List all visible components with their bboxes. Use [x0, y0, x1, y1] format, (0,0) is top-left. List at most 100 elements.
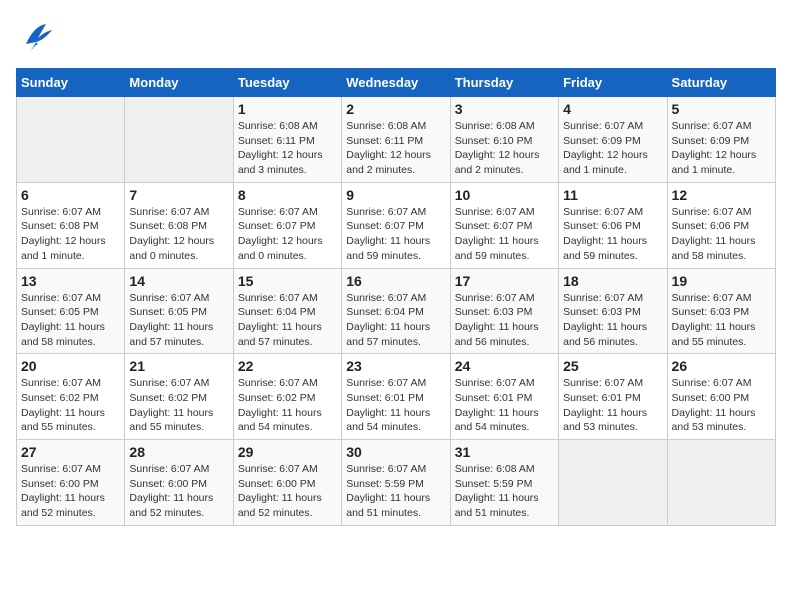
day-detail: Sunrise: 6:07 AM Sunset: 6:02 PM Dayligh… [129, 376, 228, 435]
day-detail: Sunrise: 6:07 AM Sunset: 6:08 PM Dayligh… [21, 205, 120, 264]
day-of-week-header: Monday [125, 69, 233, 97]
calendar-cell: 17 Sunrise: 6:07 AM Sunset: 6:03 PM Dayli… [450, 268, 558, 354]
calendar-table: SundayMondayTuesdayWednesdayThursdayFrid… [16, 68, 776, 526]
day-number: 5 [672, 101, 771, 117]
day-detail: Sunrise: 6:07 AM Sunset: 6:06 PM Dayligh… [563, 205, 662, 264]
day-number: 8 [238, 187, 337, 203]
day-number: 4 [563, 101, 662, 117]
day-number: 26 [672, 358, 771, 374]
calendar-week-row: 1Sunrise: 6:08 AM Sunset: 6:11 PM Daylig… [17, 97, 776, 183]
day-detail: Sunrise: 6:07 AM Sunset: 6:03 PM Dayligh… [672, 291, 771, 350]
calendar-cell [125, 97, 233, 183]
day-detail: Sunrise: 6:07 AM Sunset: 6:01 PM Dayligh… [346, 376, 445, 435]
calendar-cell: 10 Sunrise: 6:07 AM Sunset: 6:07 PM Dayli… [450, 182, 558, 268]
day-number: 30 [346, 444, 445, 460]
calendar-cell: 9Sunrise: 6:07 AM Sunset: 6:07 PM Daylig… [342, 182, 450, 268]
calendar-cell: 20 Sunrise: 6:07 AM Sunset: 6:02 PM Dayli… [17, 354, 125, 440]
day-number: 28 [129, 444, 228, 460]
day-number: 12 [672, 187, 771, 203]
day-number: 16 [346, 273, 445, 289]
day-detail: Sunrise: 6:07 AM Sunset: 6:00 PM Dayligh… [238, 462, 337, 521]
day-number: 23 [346, 358, 445, 374]
calendar-cell: 2Sunrise: 6:08 AM Sunset: 6:11 PM Daylig… [342, 97, 450, 183]
calendar-cell: 16 Sunrise: 6:07 AM Sunset: 6:04 PM Dayli… [342, 268, 450, 354]
day-number: 14 [129, 273, 228, 289]
day-number: 15 [238, 273, 337, 289]
calendar-cell: 3 Sunrise: 6:08 AM Sunset: 6:10 PM Daylig… [450, 97, 558, 183]
calendar-header-row: SundayMondayTuesdayWednesdayThursdayFrid… [17, 69, 776, 97]
day-detail: Sunrise: 6:07 AM Sunset: 6:09 PM Dayligh… [563, 119, 662, 178]
day-of-week-header: Sunday [17, 69, 125, 97]
day-number: 7 [129, 187, 228, 203]
calendar-cell: 24 Sunrise: 6:07 AM Sunset: 6:01 PM Dayli… [450, 354, 558, 440]
calendar-cell: 1Sunrise: 6:08 AM Sunset: 6:11 PM Daylig… [233, 97, 341, 183]
calendar-cell [667, 440, 775, 526]
calendar-week-row: 6 Sunrise: 6:07 AM Sunset: 6:08 PM Daylig… [17, 182, 776, 268]
calendar-cell: 5 Sunrise: 6:07 AM Sunset: 6:09 PM Daylig… [667, 97, 775, 183]
day-number: 18 [563, 273, 662, 289]
day-detail: Sunrise: 6:07 AM Sunset: 6:01 PM Dayligh… [455, 376, 554, 435]
calendar-cell: 21 Sunrise: 6:07 AM Sunset: 6:02 PM Dayli… [125, 354, 233, 440]
day-number: 21 [129, 358, 228, 374]
day-detail: Sunrise: 6:07 AM Sunset: 6:01 PM Dayligh… [563, 376, 662, 435]
day-of-week-header: Tuesday [233, 69, 341, 97]
day-of-week-header: Wednesday [342, 69, 450, 97]
calendar-cell: 27Sunrise: 6:07 AM Sunset: 6:00 PM Dayli… [17, 440, 125, 526]
day-detail: Sunrise: 6:07 AM Sunset: 6:09 PM Dayligh… [672, 119, 771, 178]
day-of-week-header: Thursday [450, 69, 558, 97]
day-number: 17 [455, 273, 554, 289]
logo [16, 16, 60, 56]
day-number: 20 [21, 358, 120, 374]
calendar-cell: 8 Sunrise: 6:07 AM Sunset: 6:07 PM Daylig… [233, 182, 341, 268]
day-detail: Sunrise: 6:07 AM Sunset: 6:00 PM Dayligh… [672, 376, 771, 435]
calendar-cell: 15 Sunrise: 6:07 AM Sunset: 6:04 PM Dayli… [233, 268, 341, 354]
calendar-cell: 6 Sunrise: 6:07 AM Sunset: 6:08 PM Daylig… [17, 182, 125, 268]
calendar-cell: 31 Sunrise: 6:08 AM Sunset: 5:59 PM Dayli… [450, 440, 558, 526]
day-detail: Sunrise: 6:07 AM Sunset: 6:04 PM Dayligh… [238, 291, 337, 350]
day-number: 10 [455, 187, 554, 203]
calendar-cell: 19Sunrise: 6:07 AM Sunset: 6:03 PM Dayli… [667, 268, 775, 354]
day-number: 29 [238, 444, 337, 460]
day-detail: Sunrise: 6:07 AM Sunset: 6:02 PM Dayligh… [21, 376, 120, 435]
day-detail: Sunrise: 6:07 AM Sunset: 6:06 PM Dayligh… [672, 205, 771, 264]
day-detail: Sunrise: 6:07 AM Sunset: 6:03 PM Dayligh… [455, 291, 554, 350]
calendar-cell: 22 Sunrise: 6:07 AM Sunset: 6:02 PM Dayli… [233, 354, 341, 440]
calendar-cell: 26 Sunrise: 6:07 AM Sunset: 6:00 PM Dayli… [667, 354, 775, 440]
page-header [16, 16, 776, 56]
calendar-cell [17, 97, 125, 183]
day-number: 31 [455, 444, 554, 460]
day-number: 3 [455, 101, 554, 117]
day-number: 13 [21, 273, 120, 289]
day-detail: Sunrise: 6:08 AM Sunset: 6:10 PM Dayligh… [455, 119, 554, 178]
calendar-cell: 12 Sunrise: 6:07 AM Sunset: 6:06 PM Dayli… [667, 182, 775, 268]
day-of-week-header: Friday [559, 69, 667, 97]
calendar-week-row: 13 Sunrise: 6:07 AM Sunset: 6:05 PM Dayli… [17, 268, 776, 354]
day-number: 24 [455, 358, 554, 374]
day-of-week-header: Saturday [667, 69, 775, 97]
day-detail: Sunrise: 6:07 AM Sunset: 6:05 PM Dayligh… [21, 291, 120, 350]
day-detail: Sunrise: 6:08 AM Sunset: 5:59 PM Dayligh… [455, 462, 554, 521]
day-number: 11 [563, 187, 662, 203]
calendar-cell [559, 440, 667, 526]
day-number: 22 [238, 358, 337, 374]
day-number: 6 [21, 187, 120, 203]
day-detail: Sunrise: 6:07 AM Sunset: 6:02 PM Dayligh… [238, 376, 337, 435]
calendar-cell: 29 Sunrise: 6:07 AM Sunset: 6:00 PM Dayli… [233, 440, 341, 526]
calendar-cell: 25Sunrise: 6:07 AM Sunset: 6:01 PM Dayli… [559, 354, 667, 440]
day-number: 9 [346, 187, 445, 203]
calendar-cell: 11 Sunrise: 6:07 AM Sunset: 6:06 PM Dayli… [559, 182, 667, 268]
calendar-cell: 30Sunrise: 6:07 AM Sunset: 5:59 PM Dayli… [342, 440, 450, 526]
calendar-cell: 4 Sunrise: 6:07 AM Sunset: 6:09 PM Daylig… [559, 97, 667, 183]
day-detail: Sunrise: 6:07 AM Sunset: 6:07 PM Dayligh… [238, 205, 337, 264]
day-number: 27 [21, 444, 120, 460]
calendar-cell: 18 Sunrise: 6:07 AM Sunset: 6:03 PM Dayli… [559, 268, 667, 354]
calendar-cell: 7 Sunrise: 6:07 AM Sunset: 6:08 PM Daylig… [125, 182, 233, 268]
calendar-cell: 28Sunrise: 6:07 AM Sunset: 6:00 PM Dayli… [125, 440, 233, 526]
day-number: 2 [346, 101, 445, 117]
calendar-cell: 13 Sunrise: 6:07 AM Sunset: 6:05 PM Dayli… [17, 268, 125, 354]
day-detail: Sunrise: 6:07 AM Sunset: 6:08 PM Dayligh… [129, 205, 228, 264]
calendar-cell: 14Sunrise: 6:07 AM Sunset: 6:05 PM Dayli… [125, 268, 233, 354]
day-detail: Sunrise: 6:07 AM Sunset: 6:03 PM Dayligh… [563, 291, 662, 350]
day-detail: Sunrise: 6:07 AM Sunset: 6:04 PM Dayligh… [346, 291, 445, 350]
day-detail: Sunrise: 6:07 AM Sunset: 6:07 PM Dayligh… [455, 205, 554, 264]
